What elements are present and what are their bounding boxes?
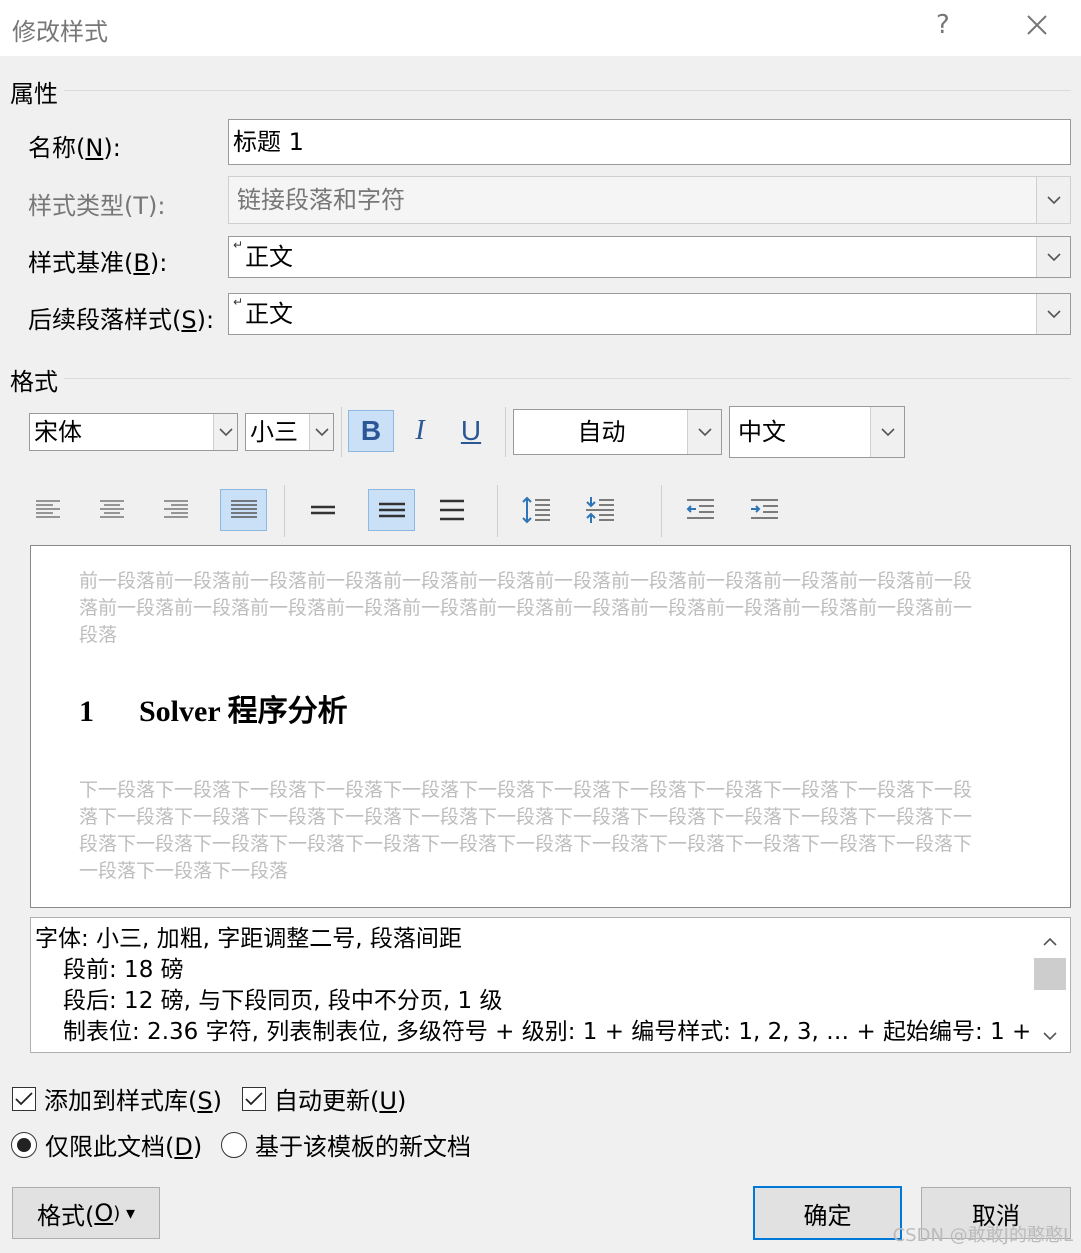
align-left-icon[interactable]	[28, 490, 68, 530]
chevron-down-icon[interactable]	[1036, 237, 1070, 277]
description-line: 制表位: 2.36 字符, 列表制表位, 多级符号 + 级别: 1 + 编号样式…	[63, 1019, 1031, 1045]
style-description-box[interactable]: 字体: 小三, 加粗, 字距调整二号, 段落间距 段前: 18 磅 段后: 12…	[30, 917, 1071, 1053]
toolbar-separator	[505, 407, 506, 457]
add-to-gallery-checkbox[interactable]	[12, 1086, 36, 1111]
style-type-select: 链接段落和字符	[228, 176, 1071, 224]
font-color-value: 自动	[577, 418, 626, 446]
auto-update-label: 自动更新(U)	[274, 1087, 407, 1115]
increase-indent-icon[interactable]	[744, 490, 784, 530]
style-type-label: 样式类型(T):	[28, 192, 166, 220]
based-on-value: 正文	[245, 243, 294, 271]
font-select[interactable]: 宋体	[29, 413, 238, 451]
chevron-down-icon[interactable]	[870, 407, 904, 457]
style-preview: 前一段落前一段落前一段落前一段落前一段落前一段落前一段落前一段落前一段落前一段落…	[30, 545, 1071, 908]
template-label: 基于该模板的新文档	[255, 1133, 471, 1161]
preview-next-paragraph: 下一段落下一段落下一段落下一段落下一段落下一段落下一段落下一段落下一段落下一段落…	[79, 779, 973, 882]
auto-update-checkbox[interactable]	[242, 1086, 266, 1111]
based-on-select[interactable]: ↵正文	[228, 236, 1071, 278]
align-justify-icon[interactable]	[220, 489, 267, 531]
description-line: 段前: 18 磅	[63, 957, 184, 983]
help-button[interactable]: ?	[936, 10, 950, 40]
auto-update-option[interactable]: 自动更新(U)	[242, 1081, 406, 1116]
close-icon[interactable]	[1022, 10, 1052, 40]
section-divider	[64, 378, 1071, 379]
this-document-option[interactable]: 仅限此文档(D)	[11, 1127, 202, 1162]
ok-button[interactable]: 确定	[753, 1186, 902, 1240]
name-label: 名称(N):	[28, 134, 121, 162]
next-style-label: 后续段落样式(S):	[28, 306, 215, 334]
font-size-value: 小三	[250, 418, 298, 446]
toolbar-separator	[284, 485, 285, 537]
paragraph-mark-icon: ↵	[233, 238, 244, 252]
name-input[interactable]: 标题 1	[228, 119, 1071, 165]
font-color-select[interactable]: 自动	[513, 409, 722, 455]
preview-heading-number: 1	[79, 695, 94, 728]
italic-button[interactable]: I	[400, 410, 440, 452]
decrease-indent-icon[interactable]	[680, 490, 720, 530]
chevron-down-icon[interactable]	[309, 414, 333, 450]
section-divider	[64, 90, 1071, 91]
watermark: CSDN @敢敢J的憨憨L	[892, 1225, 1073, 1246]
decrease-paragraph-spacing-icon[interactable]	[580, 490, 620, 530]
section-format-title: 格式	[10, 368, 58, 396]
increase-paragraph-spacing-icon[interactable]	[516, 490, 556, 530]
template-option[interactable]: 基于该模板的新文档	[221, 1127, 471, 1162]
title-bar	[0, 0, 1081, 56]
align-center-icon[interactable]	[92, 490, 132, 530]
description-line: 字体: 小三, 加粗, 字距调整二号, 段落间距	[35, 926, 462, 952]
scroll-up-icon[interactable]	[1043, 932, 1057, 951]
double-spacing-icon[interactable]	[432, 490, 472, 530]
section-properties-title: 属性	[10, 80, 58, 108]
font-size-select[interactable]: 小三	[245, 413, 334, 451]
add-to-gallery-label: 添加到样式库(S)	[44, 1087, 222, 1115]
chevron-down-icon	[1036, 177, 1070, 223]
based-on-label: 样式基准(B):	[28, 249, 168, 277]
chevron-down-icon[interactable]	[1036, 294, 1070, 334]
preview-heading-text: Solver 程序分析	[139, 695, 348, 728]
one-half-spacing-icon[interactable]	[368, 489, 415, 531]
this-document-label: 仅限此文档(D)	[45, 1133, 203, 1161]
next-style-select[interactable]: ↵正文	[228, 293, 1071, 335]
add-to-gallery-option[interactable]: 添加到样式库(S)	[12, 1081, 222, 1116]
font-value: 宋体	[34, 418, 82, 446]
scroll-down-icon[interactable]	[1043, 1026, 1057, 1045]
bold-button[interactable]: B	[348, 410, 394, 452]
script-select[interactable]: 中文	[729, 406, 905, 458]
preview-previous-paragraph: 前一段落前一段落前一段落前一段落前一段落前一段落前一段落前一段落前一段落前一段落…	[79, 570, 973, 646]
this-document-radio[interactable]	[11, 1131, 37, 1158]
underline-button[interactable]: U	[450, 410, 492, 452]
style-type-value: 链接段落和字符	[237, 186, 405, 214]
toolbar-separator	[497, 485, 498, 537]
style-description: 字体: 小三, 加粗, 字距调整二号, 段落间距 段前: 18 磅 段后: 12…	[35, 924, 1031, 1048]
scroll-thumb[interactable]	[1034, 958, 1066, 990]
description-scrollbar[interactable]	[1034, 924, 1066, 1046]
dialog-title: 修改样式	[12, 18, 108, 46]
script-value: 中文	[738, 418, 786, 446]
description-line: 段后: 12 磅, 与下段同页, 段中不分页, 1 级	[63, 988, 503, 1014]
align-right-icon[interactable]	[156, 490, 196, 530]
template-radio[interactable]	[221, 1131, 247, 1158]
single-spacing-icon[interactable]	[303, 490, 343, 530]
paragraph-mark-icon: ↵	[233, 295, 244, 309]
preview-heading: 1 Solver 程序分析	[79, 686, 348, 730]
toolbar-separator	[661, 485, 662, 537]
toolbar-separator	[341, 407, 342, 457]
chevron-down-icon[interactable]	[213, 414, 237, 450]
format-menu-button[interactable]: 格式(O) ▾	[12, 1187, 160, 1239]
chevron-down-icon[interactable]	[687, 410, 721, 454]
next-style-value: 正文	[245, 300, 294, 328]
